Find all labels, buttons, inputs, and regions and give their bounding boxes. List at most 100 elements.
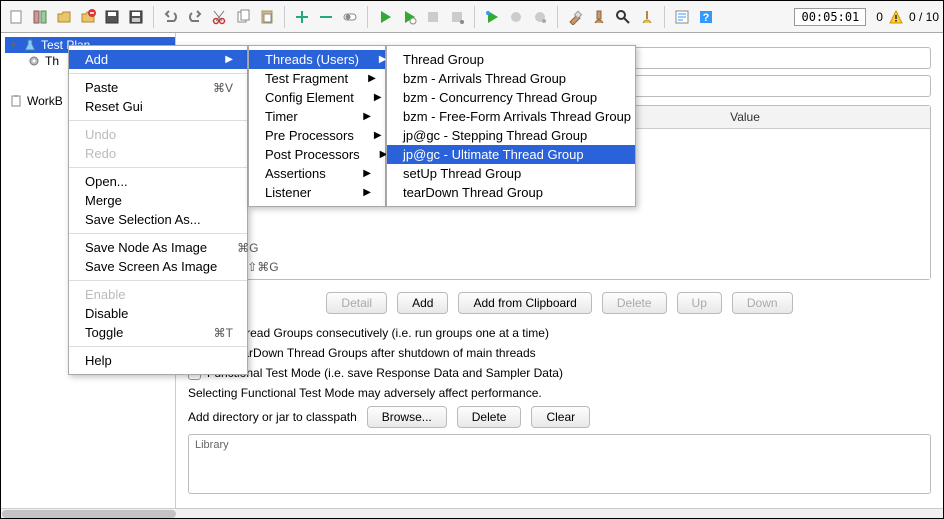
submenu-threads-item[interactable]: tearDown Thread Group <box>387 183 635 202</box>
context-menu-item[interactable]: Paste ⌘V <box>69 78 247 97</box>
submenu-threads-item-label: Thread Group <box>403 52 484 67</box>
add-button[interactable]: Add <box>397 292 448 314</box>
paste-icon[interactable] <box>256 6 278 28</box>
context-menu-item[interactable]: Toggle⌘T <box>69 323 247 342</box>
submenu-threads-item[interactable]: bzm - Free-Form Arrivals Thread Group <box>387 107 635 126</box>
submenu-arrow-icon: ▶ <box>374 92 382 103</box>
new-icon[interactable] <box>5 6 27 28</box>
remote-start-icon[interactable] <box>481 6 503 28</box>
clear-icon[interactable] <box>564 6 586 28</box>
toggle-icon[interactable] <box>339 6 361 28</box>
context-menu-item[interactable]: Save Node As Image⌘G <box>69 238 247 257</box>
submenu-add-item-label: Assertions <box>265 166 326 181</box>
context-menu-item[interactable]: Disable <box>69 304 247 323</box>
submenu-threads-item[interactable]: jp@gc - Ultimate Thread Group <box>387 145 635 164</box>
context-menu-item-label: Paste <box>85 80 118 95</box>
submenu-threads-item-label: bzm - Free-Form Arrivals Thread Group <box>403 109 631 124</box>
context-menu-item-label: Toggle <box>85 325 123 340</box>
flask-icon <box>23 38 37 52</box>
remote-stop-icon[interactable] <box>505 6 527 28</box>
submenu-threads-item-label: bzm - Arrivals Thread Group <box>403 71 566 86</box>
submenu-add-item[interactable]: Test Fragment▶ <box>249 69 385 88</box>
remote-shutdown-icon[interactable] <box>529 6 551 28</box>
copy-icon[interactable] <box>232 6 254 28</box>
submenu-add-item[interactable]: Threads (Users)▶ <box>249 50 385 69</box>
submenu-threads-item-label: jp@gc - Stepping Thread Group <box>403 128 587 143</box>
add-clipboard-button[interactable]: Add from Clipboard <box>458 292 591 314</box>
gear-icon <box>27 54 41 68</box>
submenu-threads-item[interactable]: jp@gc - Stepping Thread Group <box>387 126 635 145</box>
cut-icon[interactable] <box>208 6 230 28</box>
open-icon[interactable] <box>53 6 75 28</box>
context-menu-item[interactable]: Help <box>69 351 247 370</box>
elapsed-timer: 00:05:01 <box>794 8 866 26</box>
clear-button[interactable]: Clear <box>531 406 590 428</box>
context-menu-item[interactable]: Save Selection As... <box>69 210 247 229</box>
reset-search-icon[interactable] <box>636 6 658 28</box>
context-menu[interactable]: Add▶ Paste ⌘V Reset Gui Undo Redo Open...Merge… <box>68 45 248 375</box>
shutdown-icon[interactable] <box>446 6 468 28</box>
context-menu-item-label: Disable <box>85 306 128 321</box>
thread-count: 0 / 10 <box>909 10 939 24</box>
browse-button[interactable]: Browse... <box>367 406 447 428</box>
down-button[interactable]: Down <box>732 292 793 314</box>
tree-expand-icon[interactable]: ▼ <box>9 40 19 50</box>
chk-teardown-label: Run tearDown Thread Groups after shutdow… <box>207 346 536 360</box>
context-menu-item[interactable]: Save Screen As Image⇧⌘G <box>69 257 247 276</box>
context-menu-item-label: Save Selection As... <box>85 212 201 227</box>
close-icon[interactable] <box>77 6 99 28</box>
function-helper-icon[interactable] <box>671 6 693 28</box>
submenu-add-item-label: Timer <box>265 109 298 124</box>
delete-button[interactable]: Delete <box>602 292 667 314</box>
undo-icon[interactable] <box>160 6 182 28</box>
collapse-icon[interactable] <box>315 6 337 28</box>
context-menu-item[interactable]: Reset Gui <box>69 97 247 116</box>
submenu-threads-item[interactable]: Thread Group <box>387 50 635 69</box>
detail-button[interactable]: Detail <box>326 292 387 314</box>
context-menu-item-label: Redo <box>85 146 116 161</box>
start-no-timers-icon[interactable] <box>398 6 420 28</box>
status-counts: 0 0 / 10 <box>876 10 939 24</box>
submenu-add-item[interactable]: Post Processors▶ <box>249 145 385 164</box>
clipboard-icon <box>9 94 23 108</box>
expand-icon[interactable] <box>291 6 313 28</box>
shortcut: ⇧⌘G <box>247 260 278 274</box>
search-icon[interactable] <box>612 6 634 28</box>
error-count: 0 <box>876 10 883 24</box>
classpath-delete-button[interactable]: Delete <box>457 406 522 428</box>
submenu-add-item-label: Config Element <box>265 90 354 105</box>
help-icon[interactable]: ? <box>695 6 717 28</box>
scrollbar-thumb[interactable] <box>2 510 176 518</box>
context-menu-item-label: Undo <box>85 127 116 142</box>
chk-functional-label: Functional Test Mode (i.e. save Response… <box>207 366 563 380</box>
submenu-threads-item[interactable]: bzm - Concurrency Thread Group <box>387 88 635 107</box>
stop-icon[interactable] <box>422 6 444 28</box>
library-label: Library <box>195 439 229 451</box>
context-menu-item[interactable]: Merge <box>69 191 247 210</box>
clear-all-icon[interactable] <box>588 6 610 28</box>
redo-icon[interactable] <box>184 6 206 28</box>
start-icon[interactable] <box>374 6 396 28</box>
submenu-add-item[interactable]: Pre Processors▶ <box>249 126 385 145</box>
submenu-threads[interactable]: Thread Group bzm - Arrivals Thread Group b… <box>386 45 636 207</box>
templates-icon[interactable] <box>29 6 51 28</box>
horizontal-scrollbar[interactable] <box>1 508 943 518</box>
submenu-add-item[interactable]: Config Element ▶ <box>249 88 385 107</box>
classpath-label: Add directory or jar to classpath <box>188 410 357 424</box>
library-box[interactable]: Library <box>188 434 931 494</box>
submenu-arrow-icon: ▶ <box>368 73 376 84</box>
context-menu-item[interactable]: Add▶ <box>69 50 247 69</box>
save-as-icon[interactable] <box>125 6 147 28</box>
submenu-threads-item[interactable]: setUp Thread Group <box>387 164 635 183</box>
submenu-add-item[interactable]: Timer▶ <box>249 107 385 126</box>
up-button[interactable]: Up <box>677 292 722 314</box>
submenu-threads-item[interactable]: bzm - Arrivals Thread Group <box>387 69 635 88</box>
context-menu-item-label: Add <box>85 52 108 67</box>
submenu-add[interactable]: Threads (Users)▶Test Fragment▶Config Ele… <box>248 45 386 207</box>
submenu-add-item[interactable]: Assertions▶ <box>249 164 385 183</box>
submenu-add-item[interactable]: Listener▶ <box>249 183 385 202</box>
context-menu-item[interactable]: Open... <box>69 172 247 191</box>
save-icon[interactable] <box>101 6 123 28</box>
context-menu-item: Enable <box>69 285 247 304</box>
shortcut: ⌘V <box>213 81 233 95</box>
